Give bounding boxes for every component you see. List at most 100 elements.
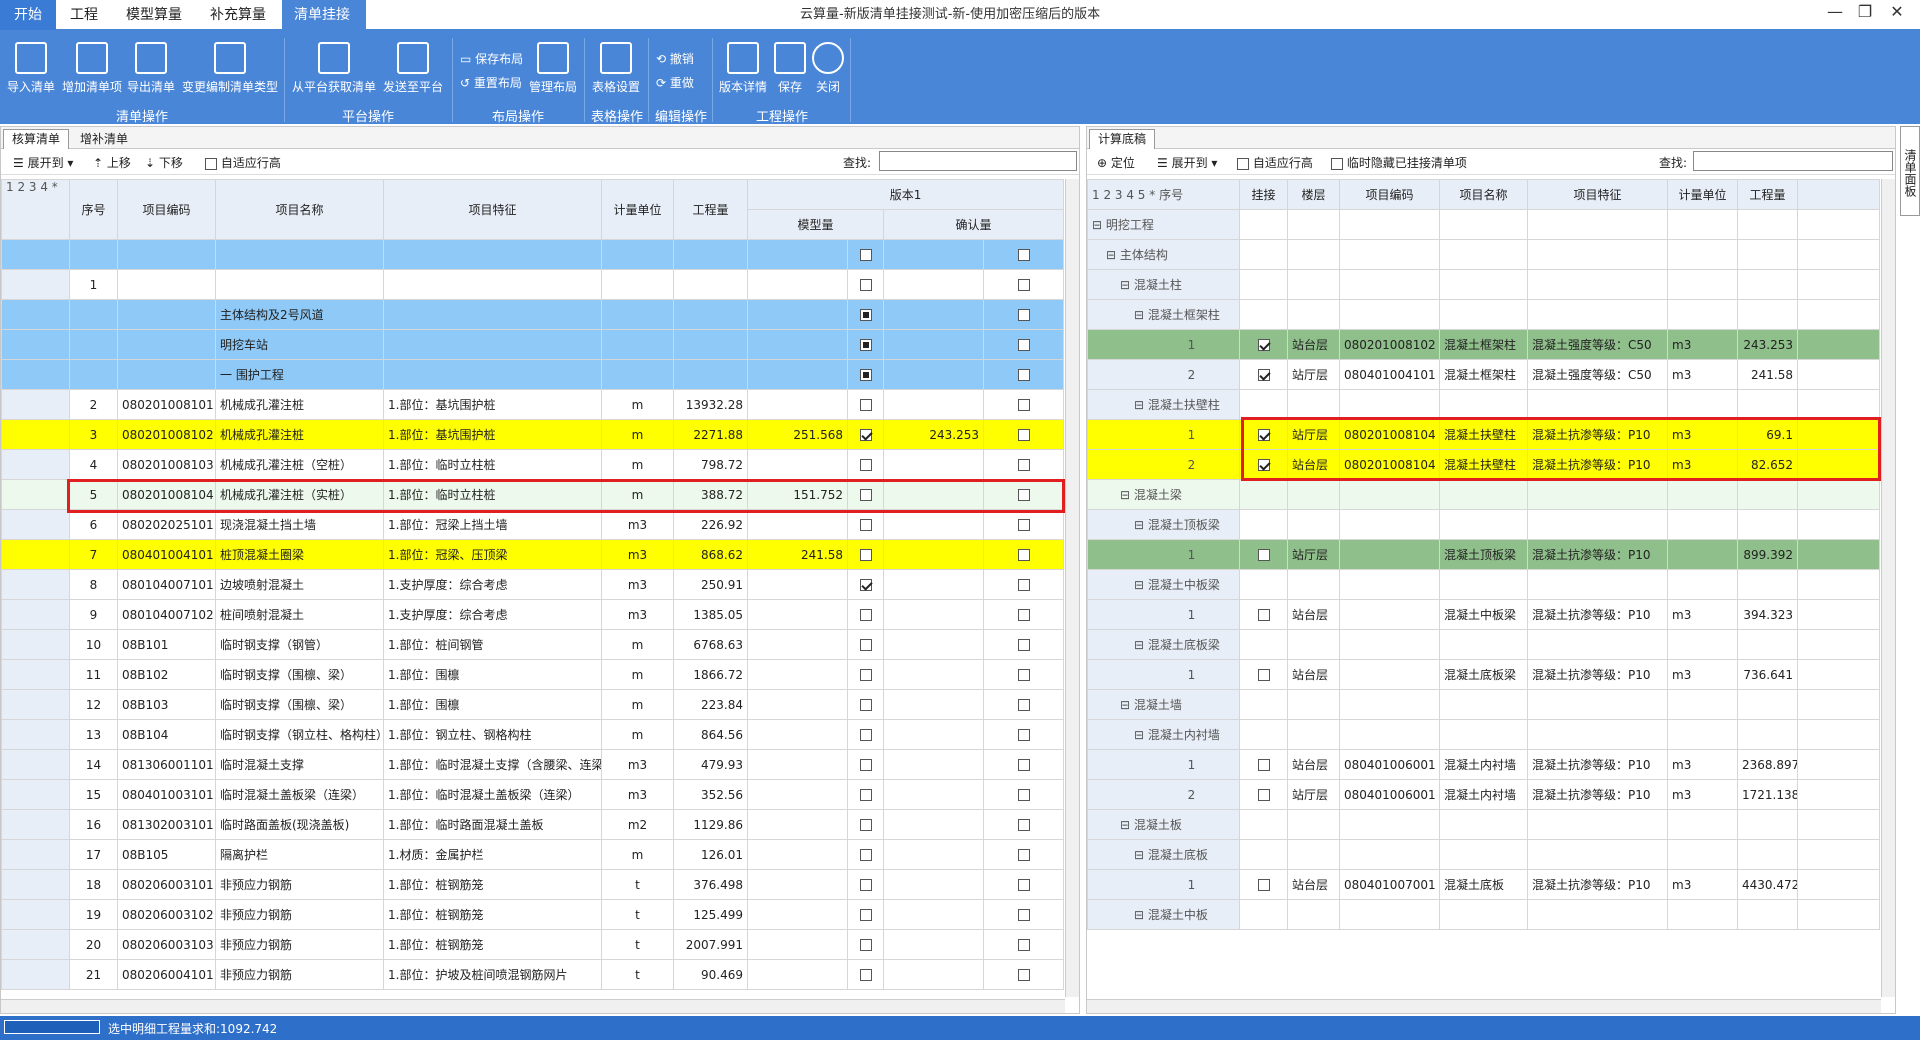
tree-node[interactable]: 1: [1087, 419, 1240, 450]
cell-hook[interactable]: [1239, 419, 1288, 450]
right-horizontal-scrollbar[interactable]: [1087, 999, 1881, 1013]
checkbox[interactable]: [1331, 157, 1343, 170]
cell-confirm-check[interactable]: [982, 809, 1065, 840]
cell-confirm-check[interactable]: [982, 359, 1065, 390]
checkbox[interactable]: [1017, 759, 1030, 771]
tree-cell[interactable]: [1, 509, 70, 540]
tree-cell[interactable]: [1, 329, 70, 360]
cell-confirm-check[interactable]: [982, 959, 1065, 990]
tab-audit-list[interactable]: 核算清单: [3, 129, 70, 149]
checkbox[interactable]: [1017, 639, 1030, 651]
table-row[interactable]: 9 080104007102 桩间喷射混凝土 1.支护厚度：综合考虑 m3 1385.05: [1, 599, 1065, 630]
checkbox[interactable]: [859, 909, 872, 921]
table-row[interactable]: 21 080206004101 非预应力钢筋 1.部位：护坡及桩间喷混钢筋网片 t 90.…: [1, 959, 1065, 990]
table-row[interactable]: 1 站台层 080401006001 混凝土内衬墙 混凝土抗渗等级：P10 m3 2368.…: [1087, 749, 1880, 780]
tree-node[interactable]: ⊟ 混凝土底板梁: [1087, 629, 1240, 660]
cell-confirm-check[interactable]: [982, 929, 1065, 960]
table-row[interactable]: 明挖车站: [1, 329, 1065, 360]
tab-supplement-list[interactable]: 增补清单: [71, 129, 137, 149]
tree-cell[interactable]: [1, 599, 70, 630]
cell-model-check[interactable]: [847, 599, 884, 630]
checkbox[interactable]: [1017, 969, 1030, 981]
table-row[interactable]: [1, 239, 1065, 270]
table-row[interactable]: 18 080206003101 非预应力钢筋 1.部位：桩钢筋笼 t 376.498: [1, 869, 1065, 900]
table-row[interactable]: 4 080201008103 机械成孔灌注桩（空桩） 1.部位：临时立柱桩 m 798.7…: [1, 449, 1065, 480]
cell-hook[interactable]: [1239, 689, 1288, 720]
collapse-icon[interactable]: ⊟: [1134, 908, 1148, 922]
cell-confirm-check[interactable]: [982, 899, 1065, 930]
checkbox[interactable]: [859, 639, 872, 651]
redo-button[interactable]: ⟳ 重做: [656, 74, 694, 91]
auto-row-height-toggle[interactable]: 自适应行高: [1237, 154, 1313, 171]
table-row[interactable]: ⊟ 明挖工程: [1087, 209, 1880, 240]
checkbox[interactable]: [1257, 879, 1270, 891]
search-input[interactable]: [1693, 151, 1893, 171]
close-button[interactable]: 关闭: [810, 42, 846, 95]
cell-hook[interactable]: [1239, 209, 1288, 240]
collapse-icon[interactable]: ⊟: [1120, 488, 1134, 502]
tree-cell[interactable]: [1, 869, 70, 900]
table-row[interactable]: 14 081306001101 临时混凝土支撑 1.部位：临时混凝土支撑（含腰梁、连梁…: [1, 749, 1065, 780]
checkbox[interactable]: [1017, 309, 1030, 321]
collapse-icon[interactable]: ⊟: [1134, 728, 1148, 742]
cell-model-check[interactable]: [847, 329, 884, 360]
collapse-icon[interactable]: ⊟: [1092, 218, 1106, 232]
table-row[interactable]: 1 站台层 混凝土中板梁 混凝土抗渗等级：P10 m3 394.323: [1087, 599, 1880, 630]
tree-node[interactable]: ⊟ 混凝土中板梁: [1087, 569, 1240, 600]
tab-supplement-quantity[interactable]: 补充算量: [198, 0, 278, 30]
table-row[interactable]: 20 080206003103 非预应力钢筋 1.部位：桩钢筋笼 t 2007.991: [1, 929, 1065, 960]
cell-hook[interactable]: [1239, 629, 1288, 660]
cell-model-check[interactable]: [847, 779, 884, 810]
tree-cell[interactable]: [1, 569, 70, 600]
cell-confirm-check[interactable]: [982, 689, 1065, 720]
table-row[interactable]: 1 站台层 混凝土底板梁 混凝土抗渗等级：P10 m3 736.641: [1087, 659, 1880, 690]
table-row[interactable]: ⊟ 主体结构: [1087, 239, 1880, 270]
tree-node[interactable]: ⊟ 混凝土内衬墙: [1087, 719, 1240, 750]
checkbox[interactable]: [1017, 729, 1030, 741]
tab-model-quantity[interactable]: 模型算量: [114, 0, 194, 30]
cell-hook[interactable]: [1239, 539, 1288, 570]
table-row[interactable]: ⊟ 混凝土中板梁: [1087, 569, 1880, 600]
checkbox[interactable]: [1017, 519, 1030, 531]
checkbox[interactable]: [1017, 879, 1030, 891]
tree-cell[interactable]: [1, 479, 70, 510]
cell-confirm-check[interactable]: [982, 779, 1065, 810]
checkbox[interactable]: [1017, 669, 1030, 681]
checkbox[interactable]: [1257, 789, 1270, 801]
auto-row-height-toggle[interactable]: 自适应行高: [205, 154, 281, 171]
table-row[interactable]: 2 站厅层 080401004101 混凝土框架柱 混凝土强度等级：C50 m3 241.5…: [1087, 359, 1880, 390]
collapse-icon[interactable]: ⊟: [1120, 278, 1134, 292]
table-row[interactable]: 2 080201008101 机械成孔灌注桩 1.部位：基坑围护桩 m 13932.28: [1, 389, 1065, 420]
table-row[interactable]: ⊟ 混凝土内衬墙: [1087, 719, 1880, 750]
cell-model-check[interactable]: [847, 269, 884, 300]
tree-cell[interactable]: [1, 629, 70, 660]
tree-node[interactable]: ⊟ 混凝土框架柱: [1087, 299, 1240, 330]
table-row[interactable]: ⊟ 混凝土板: [1087, 809, 1880, 840]
locate-button[interactable]: ⊕ 定位: [1097, 154, 1135, 171]
hide-hooked-toggle[interactable]: 临时隐藏已挂接清单项: [1331, 154, 1467, 171]
checkbox[interactable]: [859, 849, 872, 861]
collapse-icon[interactable]: ⊟: [1134, 638, 1148, 652]
cell-hook[interactable]: [1239, 329, 1288, 360]
cell-confirm-check[interactable]: [982, 299, 1065, 330]
checkbox[interactable]: [859, 759, 872, 771]
cell-confirm-check[interactable]: [982, 509, 1065, 540]
cell-hook[interactable]: [1239, 809, 1288, 840]
checkbox[interactable]: [1237, 157, 1249, 170]
checkbox[interactable]: [1017, 849, 1030, 861]
expand-to-button[interactable]: ☰ 展开到 ▾: [1157, 154, 1217, 171]
checkbox[interactable]: [1257, 669, 1270, 681]
collapse-icon[interactable]: ⊟: [1134, 518, 1148, 532]
cell-model-check[interactable]: [847, 509, 884, 540]
cell-hook[interactable]: [1239, 479, 1288, 510]
table-row[interactable]: 11 08B102 临时钢支撑（围檩、梁） 1.部位：围檩 m 1866.72: [1, 659, 1065, 690]
checkbox[interactable]: [859, 609, 872, 621]
tree-node[interactable]: ⊟ 混凝土顶板梁: [1087, 509, 1240, 540]
cell-model-check[interactable]: [847, 629, 884, 660]
move-up-button[interactable]: ⇡ 上移: [93, 154, 131, 171]
checkbox[interactable]: [1017, 609, 1030, 621]
tree-cell[interactable]: [1, 539, 70, 570]
tree-node[interactable]: 1: [1087, 659, 1240, 690]
checkbox[interactable]: [859, 699, 872, 711]
tree-cell[interactable]: [1, 299, 70, 330]
